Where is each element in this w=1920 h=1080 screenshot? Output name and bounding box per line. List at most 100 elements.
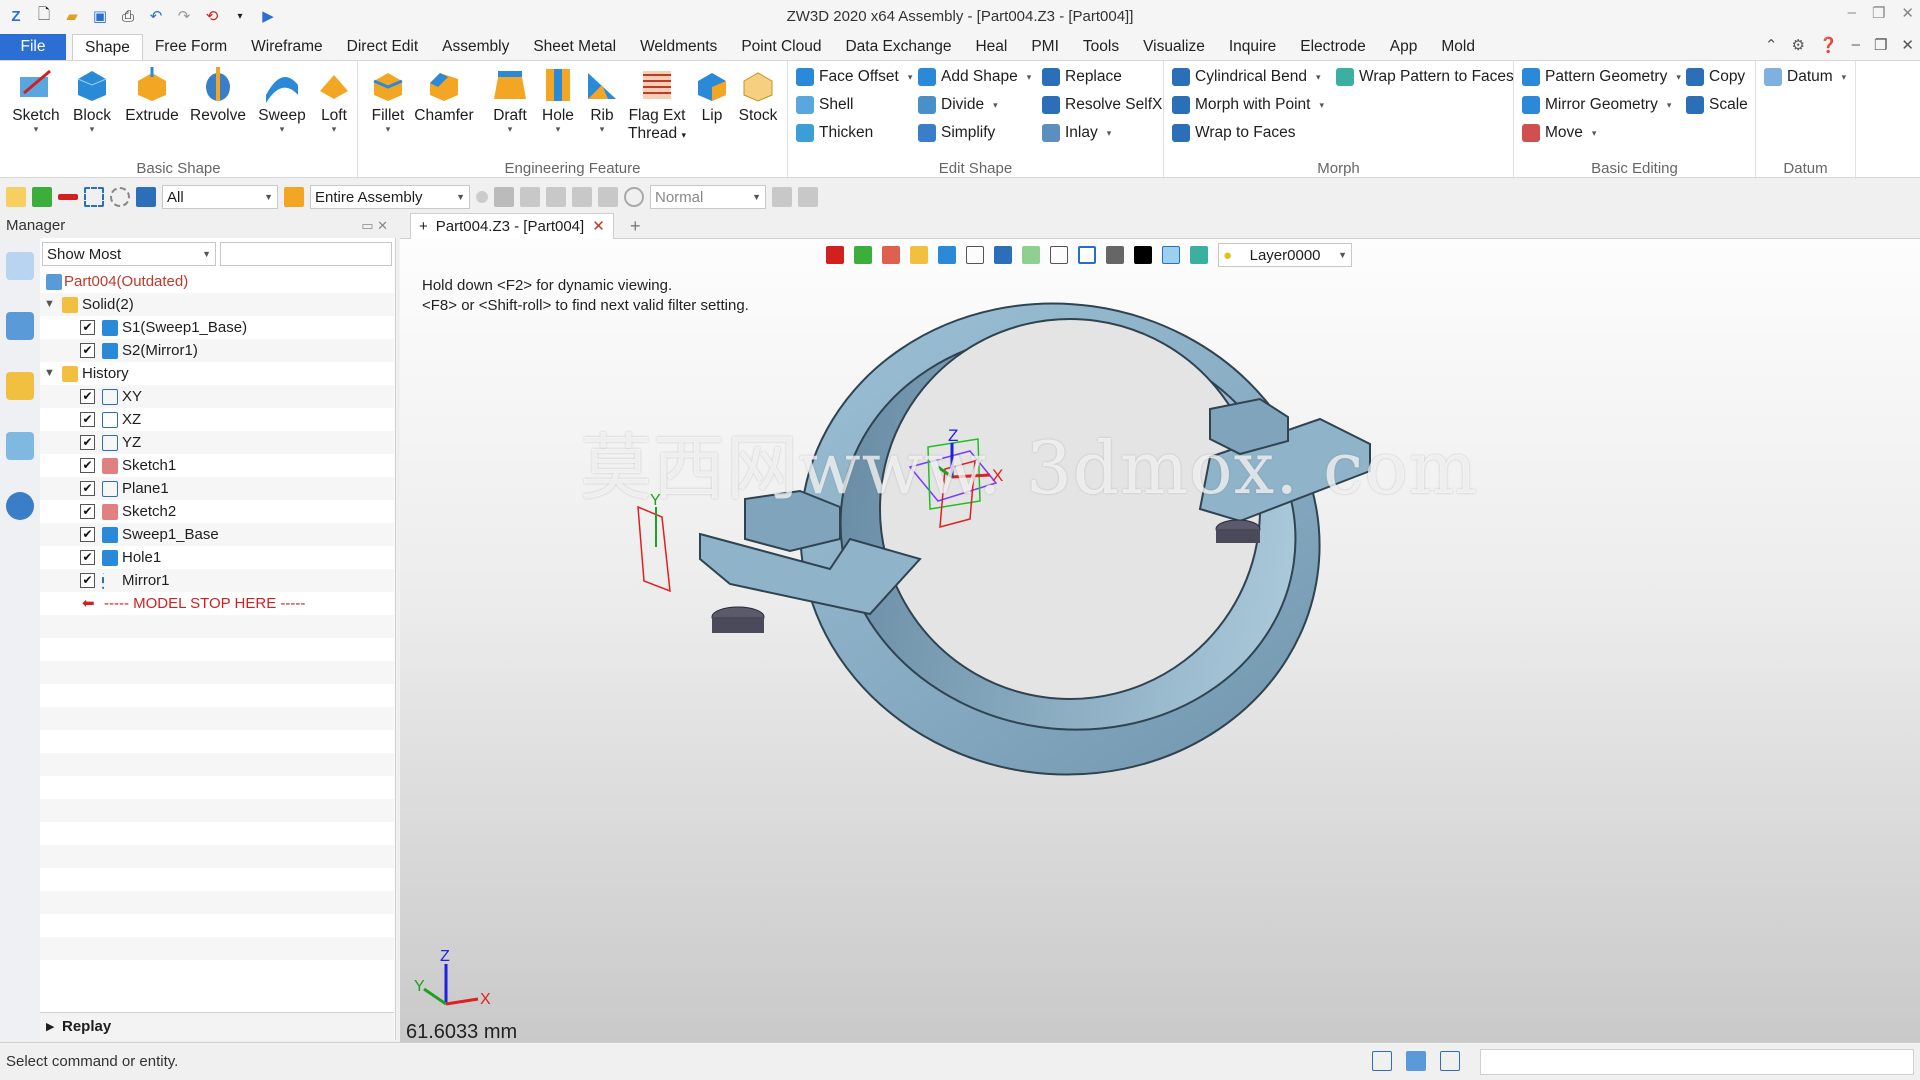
tree-item-sketch1[interactable]: ✔ Sketch1 (40, 454, 394, 477)
box-select-icon[interactable] (84, 187, 104, 207)
loft-button[interactable]: Loft ▾ (304, 65, 364, 134)
tree-item-plane1[interactable]: ✔ Plane1 (40, 477, 394, 500)
scope-select[interactable]: Entire Assembly ▼ (310, 185, 470, 209)
move-button[interactable]: Move ▾ (1522, 121, 1596, 145)
shell-button[interactable]: Shell (796, 93, 853, 117)
face-offset-button[interactable]: Face Offset ▾ (796, 65, 912, 89)
undo-icon[interactable]: ↶ (146, 6, 166, 26)
flag-ext-thread-button[interactable]: Flag Ext Thread ▾ (624, 65, 690, 143)
resolve-selfx-button[interactable]: Resolve SelfX (1042, 93, 1162, 117)
replace-button[interactable]: Replace (1042, 65, 1122, 89)
pipe-clamp-model[interactable]: X Z Y Z X Y (400, 239, 1920, 1042)
document-tab[interactable]: + Part004.Z3 - [Part004] ✕ (410, 213, 614, 239)
datum-button[interactable]: Datum ▾ (1764, 65, 1846, 89)
tab-shape[interactable]: Shape (72, 34, 143, 60)
fillet-button[interactable]: Fillet ▾ (358, 65, 418, 134)
settings-gear-icon[interactable]: ⚙ (1791, 36, 1804, 54)
tab-assembly[interactable]: Assembly (430, 34, 521, 60)
clock-icon[interactable] (624, 187, 644, 207)
layout-icon[interactable] (1372, 1051, 1392, 1071)
assembly-tree-icon[interactable] (6, 312, 34, 340)
collapse-ribbon-icon[interactable]: ⌃ (1765, 36, 1778, 54)
filter-select[interactable]: All ▼ (162, 185, 278, 209)
stock-button[interactable]: Stock (728, 65, 788, 125)
tab-tools[interactable]: Tools (1071, 34, 1131, 60)
snap-icon[interactable] (494, 187, 514, 207)
visibility-checkbox[interactable]: ✔ (80, 550, 95, 565)
cylindrical-bend-button[interactable]: Cylindrical Bend ▾ (1172, 65, 1321, 89)
snap-mode-2-icon[interactable] (546, 187, 566, 207)
sketch-button[interactable]: Sketch ▾ (6, 65, 66, 134)
app-logo-icon[interactable]: Z (6, 6, 26, 26)
tab-point-cloud[interactable]: Point Cloud (729, 34, 833, 60)
tab-direct-edit[interactable]: Direct Edit (335, 34, 431, 60)
tab-app[interactable]: App (1378, 34, 1430, 60)
restore-icon[interactable]: ❐ (1872, 4, 1885, 22)
new-file-icon[interactable]: 🗋 (34, 6, 54, 26)
tab-file[interactable]: File (0, 34, 66, 60)
tree-item-hole1[interactable]: ✔ Hole1 (40, 546, 394, 569)
regenerate-icon[interactable]: ⟲ (202, 6, 222, 26)
mirror-geometry-button[interactable]: Mirror Geometry ▾ (1522, 93, 1671, 117)
tree-item-yz[interactable]: ✔ YZ (40, 431, 394, 454)
tab-heal[interactable]: Heal (963, 34, 1019, 60)
new-tab-button[interactable]: + (630, 213, 641, 239)
visibility-checkbox[interactable]: ✔ (80, 573, 95, 588)
tab-wireframe[interactable]: Wireframe (239, 34, 334, 60)
print-icon[interactable]: ⎙ (118, 6, 138, 26)
dot-icon[interactable] (476, 191, 488, 203)
divide-button[interactable]: Divide ▾ (918, 93, 998, 117)
visibility-checkbox[interactable]: ✔ (80, 435, 95, 450)
block-button[interactable]: Block ▾ (62, 65, 122, 134)
run-icon[interactable]: ▶ (258, 6, 278, 26)
visibility-checkbox[interactable]: ✔ (80, 343, 95, 358)
history-tree-icon[interactable] (6, 252, 34, 280)
pin-icon[interactable] (598, 187, 618, 207)
pick-arrow-icon[interactable] (6, 187, 26, 207)
doc-restore-icon[interactable]: ❐ (1874, 36, 1887, 54)
manager-pin-close-icon[interactable]: ▭ ✕ (361, 213, 388, 239)
image-icon[interactable] (6, 432, 34, 460)
doc-close-icon[interactable]: ✕ (1901, 36, 1914, 54)
tab-free-form[interactable]: Free Form (143, 34, 239, 60)
copy-button[interactable]: Copy (1686, 65, 1745, 89)
close-tab-icon[interactable]: ✕ (592, 214, 605, 240)
revolve-button[interactable]: Revolve (188, 65, 248, 125)
tab-visualize[interactable]: Visualize (1131, 34, 1217, 60)
tree-item-sketch2[interactable]: ✔ Sketch2 (40, 500, 394, 523)
tree-item-xy[interactable]: ✔ XY (40, 385, 394, 408)
list-icon[interactable] (1440, 1051, 1460, 1071)
tab-inquire[interactable]: Inquire (1217, 34, 1288, 60)
model-stop-marker[interactable]: ⬅ ----- MODEL STOP HERE ----- (40, 592, 394, 615)
chamfer-button[interactable]: Chamfer (414, 65, 474, 125)
snap-mode-1-icon[interactable] (520, 187, 540, 207)
tool-icon[interactable] (798, 187, 818, 207)
command-input[interactable] (1480, 1049, 1914, 1075)
monitor-icon[interactable] (1406, 1051, 1426, 1071)
mode-select[interactable]: Normal ▼ (650, 185, 766, 209)
pin-icon[interactable]: + (419, 214, 428, 240)
visibility-checkbox[interactable]: ✔ (80, 504, 95, 519)
tab-electrode[interactable]: Electrode (1288, 34, 1377, 60)
visibility-checkbox[interactable]: ✔ (80, 458, 95, 473)
tab-data-exchange[interactable]: Data Exchange (833, 34, 963, 60)
wrap-to-faces-button[interactable]: Wrap to Faces (1172, 121, 1296, 145)
visibility-checkbox[interactable]: ✔ (80, 320, 95, 335)
tree-item-mirror1[interactable]: ✔ Mirror1 (40, 569, 394, 592)
graphics-viewport[interactable]: ● Layer0000 ▼ Hold down <F2> for dynamic v… (400, 239, 1920, 1042)
tab-mold[interactable]: Mold (1429, 34, 1487, 60)
view-mode-select[interactable]: Show Most ▼ (42, 242, 216, 266)
replay-panel-toggle[interactable]: ▶ Replay (40, 1012, 394, 1040)
help-icon[interactable]: ❓ (1819, 36, 1838, 54)
tab-weldments[interactable]: Weldments (628, 34, 729, 60)
wrap-pattern-to-faces-button[interactable]: Wrap Pattern to Faces (1336, 65, 1514, 89)
open-folder-icon[interactable]: ▰ (62, 6, 82, 26)
close-window-icon[interactable]: ✕ (1901, 4, 1914, 22)
customize-dropdown-icon[interactable]: ▾ (230, 6, 250, 26)
assembly-scope-icon[interactable] (284, 187, 304, 207)
snap-mode-3-icon[interactable] (572, 187, 592, 207)
tree-filter-input[interactable] (220, 242, 392, 266)
tree-item-xz[interactable]: ✔ XZ (40, 408, 394, 431)
part-icon[interactable] (6, 372, 34, 400)
tree-item-part[interactable]: Part004(Outdated) (40, 270, 394, 293)
